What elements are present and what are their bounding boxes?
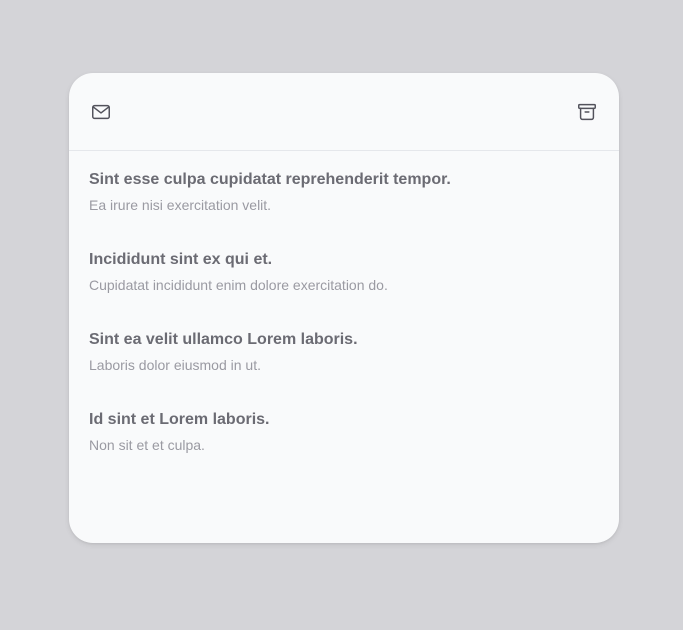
item-title: Incididunt sint ex qui et. [89, 251, 273, 268]
mail-card: Sint esse culpa cupidatat reprehenderit … [69, 73, 619, 543]
list-item[interactable]: Incididunt sint ex qui et. Cupidatat inc… [69, 250, 619, 330]
archive-icon[interactable] [575, 100, 599, 124]
item-subtitle: Laboris dolor eiusmod in ut. [89, 357, 261, 373]
list-item[interactable]: Sint esse culpa cupidatat reprehenderit … [69, 170, 619, 250]
item-title: Sint esse culpa cupidatat reprehenderit … [89, 171, 451, 188]
item-title: Id sint et Lorem laboris. [89, 411, 270, 428]
list-item[interactable]: Sint ea velit ullamco Lorem laboris. Lab… [69, 330, 619, 410]
list-item[interactable]: Id sint et Lorem laboris. Non sit et et … [69, 410, 619, 490]
item-subtitle: Cupidatat incididunt enim dolore exercit… [89, 277, 388, 293]
item-subtitle: Ea irure nisi exercitation velit. [89, 197, 272, 213]
item-subtitle: Non sit et et culpa. [89, 437, 205, 453]
message-list: Sint esse culpa cupidatat reprehenderit … [69, 151, 619, 490]
mail-icon[interactable] [89, 100, 113, 124]
item-title: Sint ea velit ullamco Lorem laboris. [89, 331, 358, 348]
card-header [69, 73, 619, 151]
